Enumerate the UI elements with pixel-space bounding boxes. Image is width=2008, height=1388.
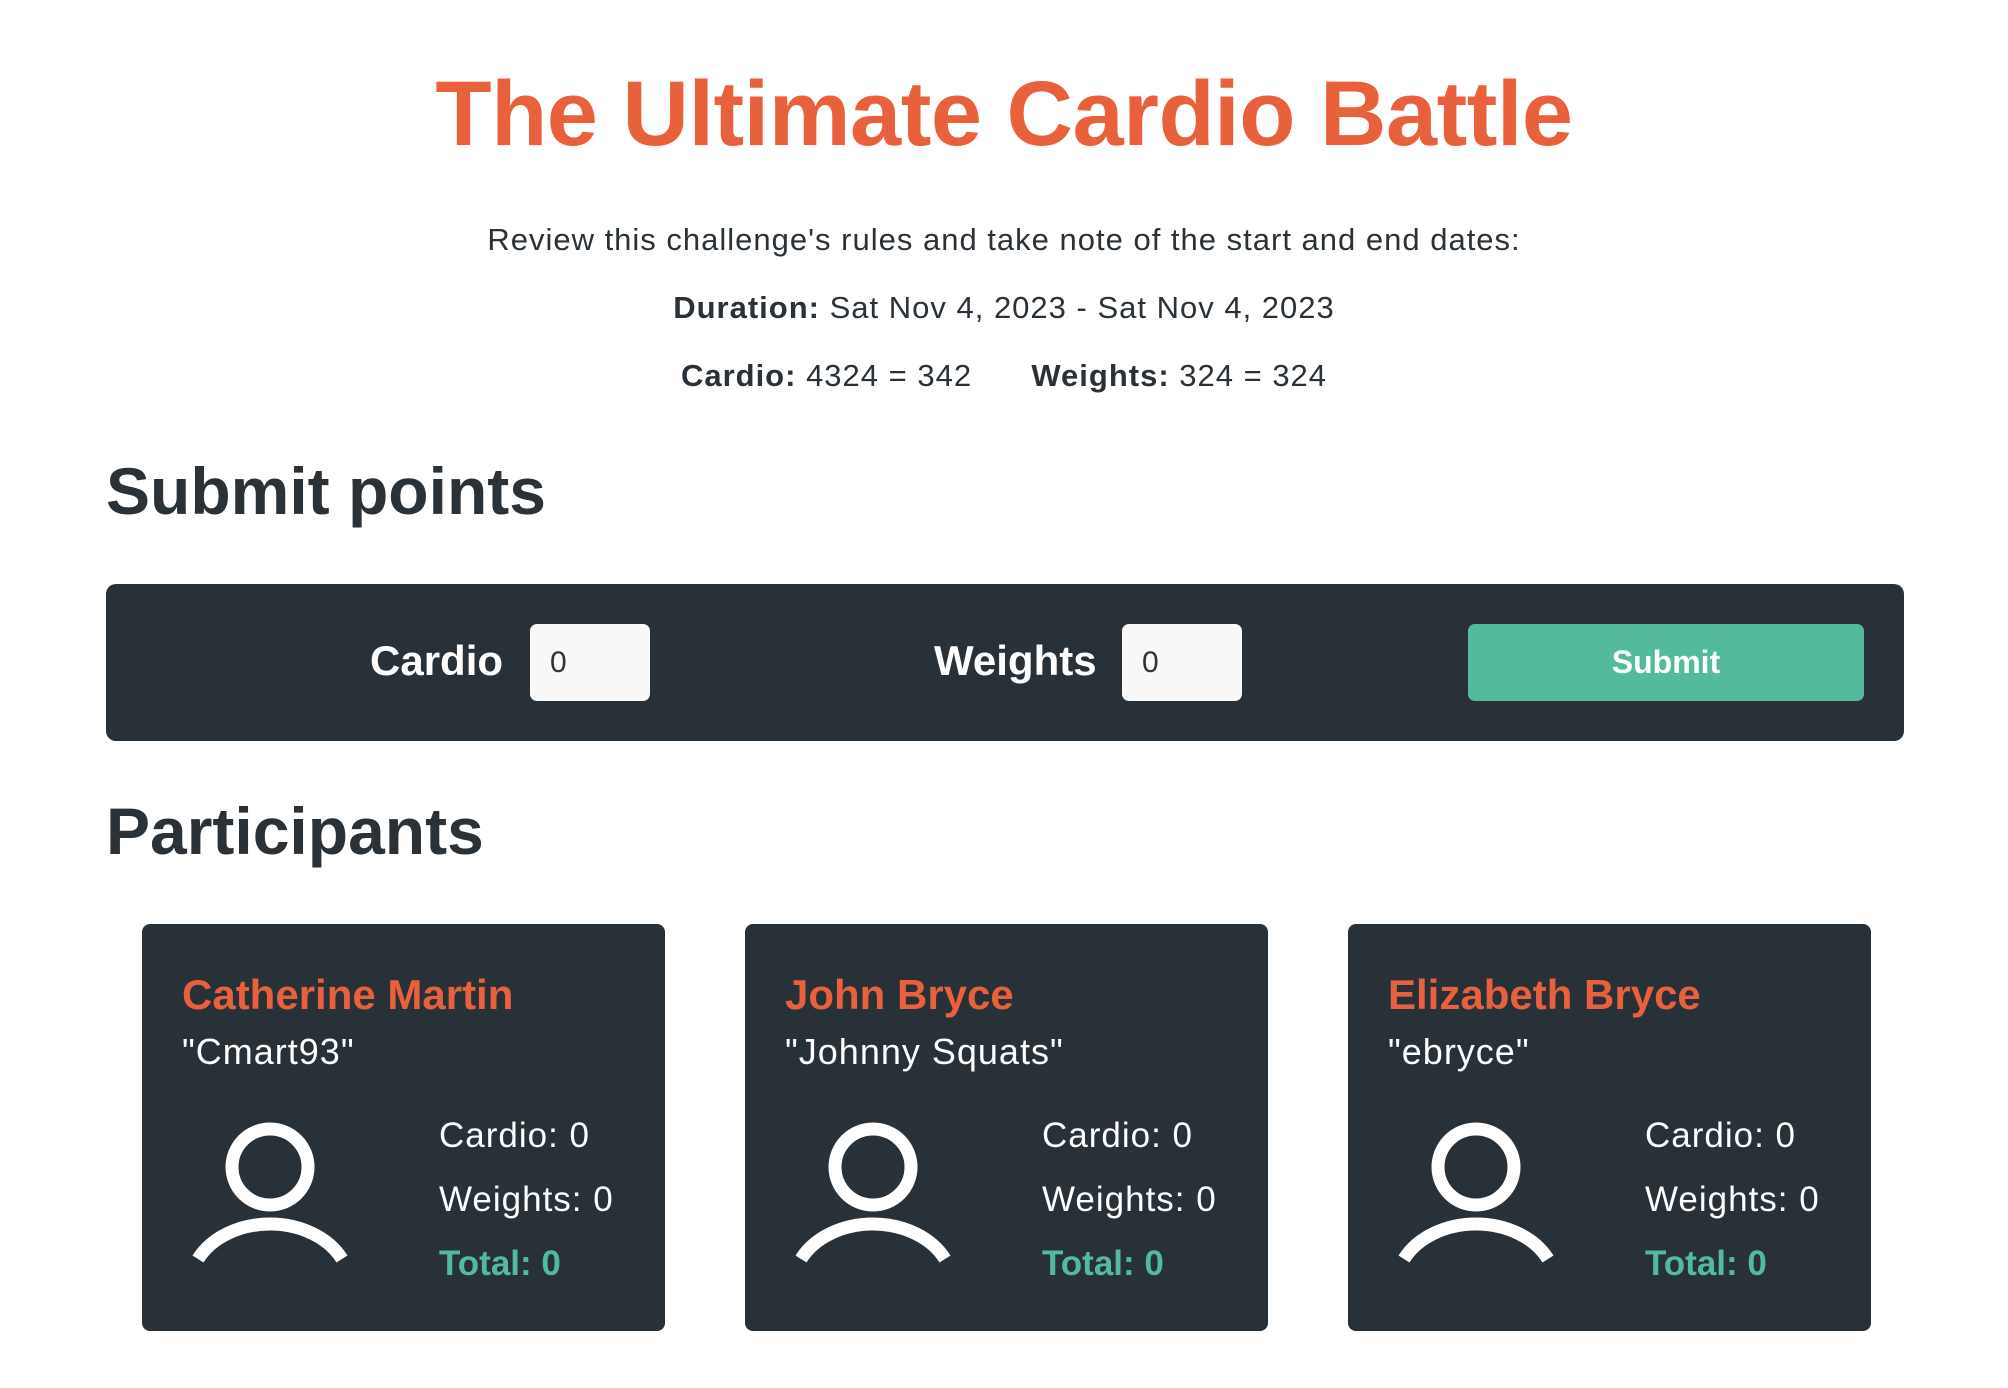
submit-button[interactable]: Submit xyxy=(1468,624,1864,701)
duration-label: Duration: xyxy=(673,290,820,325)
cardio-rule-value: 4324 = 342 xyxy=(806,358,973,393)
weights-input[interactable] xyxy=(1122,624,1242,701)
participants-heading: Participants xyxy=(106,794,484,868)
weights-rule-value: 324 = 324 xyxy=(1179,358,1328,393)
weights-rule-label: Weights: xyxy=(1031,358,1170,393)
participant-name: Catherine Martin xyxy=(182,971,514,1018)
participant-total: Total: 0 xyxy=(1645,1244,1767,1283)
submit-points-heading: Submit points xyxy=(106,454,546,528)
cardio-field-label: Cardio xyxy=(370,637,504,684)
weights-field-label: Weights xyxy=(934,637,1097,684)
participant-card: Catherine Martin "Cmart93" Cardio: 0 Wei… xyxy=(142,924,665,1331)
cardio-rule-label: Cardio: xyxy=(680,358,797,393)
user-icon xyxy=(1398,1122,1554,1263)
duration-value: Sat Nov 4, 2023 - Sat Nov 4, 2023 xyxy=(829,290,1335,325)
challenge-intro: Review this challenge's rules and take n… xyxy=(487,222,1521,257)
user-icon xyxy=(795,1122,951,1263)
participant-total: Total: 0 xyxy=(1042,1244,1164,1283)
participant-card: Elizabeth Bryce "ebryce" Cardio: 0 Weigh… xyxy=(1348,924,1871,1331)
challenge-duration: Duration: Sat Nov 4, 2023 - Sat Nov 4, 2… xyxy=(0,290,2008,326)
participant-weights: Weights: 0 xyxy=(1042,1180,1217,1219)
participant-weights: Weights: 0 xyxy=(439,1180,614,1219)
page-title: The Ultimate Cardio Battle xyxy=(435,63,1573,165)
point-rules: Cardio: 4324 = 342 Weights: 324 = 324 xyxy=(0,358,2008,394)
participant-name: John Bryce xyxy=(785,971,1014,1018)
participant-nickname: "Cmart93" xyxy=(182,1031,355,1072)
page: The Ultimate Cardio Battle Review this c… xyxy=(0,0,2008,1388)
participant-cardio: Cardio: 0 xyxy=(1042,1116,1194,1155)
participant-nickname: "Johnny Squats" xyxy=(785,1031,1064,1072)
user-icon xyxy=(192,1122,348,1263)
participant-cardio: Cardio: 0 xyxy=(439,1116,591,1155)
participant-card: John Bryce "Johnny Squats" Cardio: 0 Wei… xyxy=(745,924,1268,1331)
participant-weights: Weights: 0 xyxy=(1645,1180,1820,1219)
participant-cardio: Cardio: 0 xyxy=(1645,1116,1797,1155)
participant-nickname: "ebryce" xyxy=(1388,1031,1530,1072)
participant-total: Total: 0 xyxy=(439,1244,561,1283)
participant-name: Elizabeth Bryce xyxy=(1388,971,1701,1018)
submit-points-form: Cardio Weights Submit xyxy=(106,584,1904,741)
cardio-input[interactable] xyxy=(530,624,650,701)
